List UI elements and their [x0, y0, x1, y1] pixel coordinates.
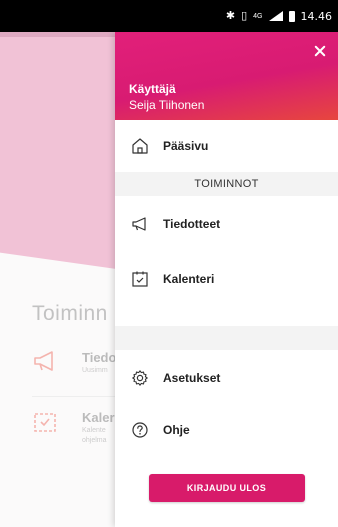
logout-button[interactable]: KIRJAUDU ULOS — [148, 474, 305, 502]
vibrate-icon: ▯ — [241, 9, 248, 22]
status-bar: ✱ ▯ 4G 14.46 — [0, 0, 338, 32]
drawer-header: Käyttäjä Seija Tiihonen — [115, 32, 338, 120]
home-icon — [132, 138, 148, 154]
menu-item-ohje[interactable]: Ohje — [115, 406, 338, 454]
user-name: Seija Tiihonen — [129, 98, 205, 112]
clock: 14.46 — [300, 9, 333, 23]
menu-item-kalenteri[interactable]: Kalenteri — [115, 252, 338, 306]
bluetooth-icon: ✱ — [225, 9, 236, 22]
menu-item-tiedotteet[interactable]: Tiedotteet — [115, 196, 338, 252]
network-type: 4G — [253, 12, 263, 20]
calendar-icon — [132, 271, 148, 287]
close-icon[interactable] — [312, 44, 328, 60]
gear-icon — [132, 370, 148, 386]
section-header-toiminnot: TOIMINNOT — [115, 172, 338, 196]
drawer-scrim[interactable] — [0, 32, 115, 527]
menu-item-asetukset[interactable]: Asetukset — [115, 350, 338, 406]
battery-icon — [288, 10, 295, 22]
navigation-drawer: Käyttäjä Seija Tiihonen Pääsivu TOIMINNO… — [115, 32, 338, 527]
user-label: Käyttäjä — [129, 82, 176, 96]
signal-icon — [268, 11, 283, 21]
help-icon — [132, 422, 148, 438]
menu-item-home[interactable]: Pääsivu — [115, 120, 338, 172]
megaphone-icon — [132, 217, 146, 231]
